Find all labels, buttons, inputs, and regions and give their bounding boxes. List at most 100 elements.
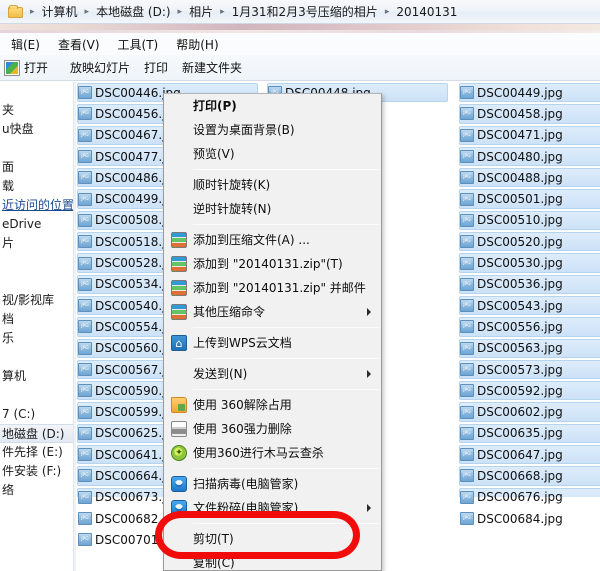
- context-menu-item[interactable]: 发送到(N): [164, 362, 381, 386]
- menu-tools[interactable]: 工具(T): [109, 34, 168, 55]
- file-name: DSC00536.jpg: [477, 277, 563, 292]
- nav-item-14[interactable]: [0, 348, 73, 367]
- jpg-file-icon: JPG: [460, 128, 474, 142]
- toolbar-slideshow-button[interactable]: 放映幻灯片: [68, 56, 142, 79]
- nav-item-9[interactable]: [0, 253, 73, 272]
- nav-item-15[interactable]: 算机: [0, 367, 73, 386]
- qq-manager-icon: [171, 500, 187, 516]
- menu-help[interactable]: 帮助(H): [167, 34, 227, 55]
- folder-icon: [8, 5, 23, 18]
- context-menu-item[interactable]: 使用 360强力删除: [164, 417, 381, 441]
- file-item[interactable]: JPG DSC00458.jpg: [458, 103, 600, 124]
- file-item[interactable]: JPG DSC00488.jpg: [458, 167, 600, 188]
- file-item[interactable]: JPG DSC00520.jpg: [458, 231, 600, 252]
- nav-item-6[interactable]: 近访问的位置: [0, 196, 73, 215]
- context-menu-item[interactable]: 其他压缩命令: [164, 300, 381, 324]
- file-item[interactable]: JPG DSC00592.jpg: [458, 380, 600, 401]
- file-item[interactable]: JPG DSC00449.jpg: [458, 82, 600, 103]
- nav-item-7[interactable]: eDrive: [0, 215, 73, 234]
- address-bar[interactable]: ▸ 计算机 ▸ 本地磁盘 (D:) ▸ 相片 ▸ 1月31和2月3号压缩的相片 …: [0, 0, 600, 24]
- context-menu-item[interactable]: 上传到WPS云文档: [164, 331, 381, 355]
- context-menu-item-label: 其他压缩命令: [193, 305, 266, 319]
- context-menu-item[interactable]: 剪切(T): [164, 527, 381, 551]
- jpg-file-icon: JPG: [460, 469, 474, 483]
- nav-item-12[interactable]: 档: [0, 310, 73, 329]
- file-item[interactable]: JPG DSC00510.jpg: [458, 210, 600, 231]
- file-item[interactable]: JPG DSC00530.jpg: [458, 252, 600, 273]
- nav-item-5[interactable]: 载: [0, 177, 73, 196]
- nav-item-4[interactable]: 面: [0, 158, 73, 177]
- jpg-file-icon: JPG: [78, 363, 92, 376]
- jpg-file-icon: JPG: [460, 213, 474, 227]
- breadcrumb-item-4[interactable]: 20140131: [392, 3, 461, 21]
- menu-view[interactable]: 查看(V): [49, 34, 109, 55]
- jpg-file-icon: JPG: [460, 171, 474, 185]
- nav-item-18[interactable]: 地磁盘 (D:): [0, 424, 73, 443]
- jpg-file-icon: JPG: [78, 299, 92, 313]
- jpg-file-icon: JPG: [460, 86, 474, 100]
- jpg-file-icon: JPG: [78, 320, 92, 334]
- context-menu-item[interactable]: 添加到 "20140131.zip"(T): [164, 252, 381, 276]
- file-item[interactable]: JPG DSC00602.jpg: [458, 401, 600, 422]
- jpg-file-icon: JPG: [460, 448, 474, 462]
- context-menu-item[interactable]: 打印(P): [164, 94, 381, 118]
- breadcrumb-item-2[interactable]: 相片: [185, 3, 217, 21]
- toolbar-new-folder-button[interactable]: 新建文件夹: [180, 56, 254, 79]
- nav-item-17[interactable]: 7 (C:): [0, 405, 73, 424]
- file-name: DSC00488.jpg: [477, 170, 563, 185]
- breadcrumb-item-1[interactable]: 本地磁盘 (D:): [92, 3, 174, 21]
- context-menu-item[interactable]: 添加到 "20140131.zip" 并邮件: [164, 276, 381, 300]
- file-item[interactable]: JPG DSC00668.jpg: [458, 465, 600, 486]
- nav-item-1[interactable]: 夹: [0, 101, 73, 120]
- nav-item-20[interactable]: 件安装 (F:): [0, 462, 73, 481]
- nav-item-19[interactable]: 件先择 (E:): [0, 443, 73, 462]
- file-item[interactable]: JPG DSC00635.jpg: [458, 423, 600, 444]
- explorer-window: ▸ 计算机 ▸ 本地磁盘 (D:) ▸ 相片 ▸ 1月31和2月3号压缩的相片 …: [0, 0, 600, 571]
- context-menu-item[interactable]: 添加到压缩文件(A) ...: [164, 228, 381, 252]
- context-menu-separator: [166, 468, 379, 469]
- context-menu-item[interactable]: 预览(V): [164, 142, 381, 166]
- context-menu-item-label: 复制(C): [193, 556, 235, 570]
- context-menu-item[interactable]: 逆时针旋转(N): [164, 197, 381, 221]
- jpg-file-icon: JPG: [78, 448, 92, 462]
- file-item[interactable]: JPG DSC00536.jpg: [458, 274, 600, 295]
- nav-item-21[interactable]: 络: [0, 481, 73, 500]
- menu-edit[interactable]: 辑(E): [2, 34, 49, 55]
- context-menu-item[interactable]: 扫描病毒(电脑管家): [164, 472, 381, 496]
- context-menu[interactable]: 打印(P) 设置为桌面背景(B) 预览(V) 顺时针旋转(K) 逆时针旋转(N) 添加到压…: [163, 93, 382, 571]
- file-item[interactable]: JPG DSC00501.jpg: [458, 188, 600, 209]
- file-item[interactable]: JPG DSC00647.jpg: [458, 444, 600, 465]
- jpg-file-icon: JPG: [78, 192, 92, 206]
- nav-item-2[interactable]: u快盘: [0, 120, 73, 139]
- file-item[interactable]: JPG DSC00563.jpg: [458, 338, 600, 359]
- chevron-right-icon: [367, 370, 371, 378]
- nav-item-8[interactable]: 片: [0, 234, 73, 253]
- file-item[interactable]: JPG DSC00556.jpg: [458, 316, 600, 337]
- breadcrumb-item-3[interactable]: 1月31和2月3号压缩的相片: [228, 3, 382, 21]
- nav-item-3[interactable]: [0, 139, 73, 158]
- nav-item-10[interactable]: [0, 272, 73, 291]
- toolbar-open-button[interactable]: 打开: [24, 56, 68, 79]
- nav-item-11[interactable]: 视/影视库: [0, 291, 73, 310]
- context-menu-item[interactable]: 顺时针旋转(K): [164, 173, 381, 197]
- context-menu-item[interactable]: 复制(C): [164, 551, 381, 571]
- file-item[interactable]: JPG DSC00573.jpg: [458, 359, 600, 380]
- context-menu-item-label: 使用360进行木马云查杀: [193, 446, 324, 460]
- nav-item-16[interactable]: [0, 386, 73, 405]
- context-menu-item[interactable]: 文件粉碎(电脑管家): [164, 496, 381, 520]
- context-menu-item[interactable]: 使用 360解除占用: [164, 393, 381, 417]
- file-item[interactable]: JPG DSC00480.jpg: [458, 146, 600, 167]
- jpg-file-icon: JPG: [78, 213, 92, 227]
- file-name: DSC00520.jpg: [477, 234, 563, 249]
- context-menu-item[interactable]: 使用360进行木马云查杀: [164, 441, 381, 465]
- toolbar-print-button[interactable]: 打印: [142, 56, 180, 79]
- file-name: DSC00530.jpg: [477, 256, 563, 271]
- file-item[interactable]: JPG DSC00471.jpg: [458, 125, 600, 146]
- context-menu-item[interactable]: 设置为桌面背景(B): [164, 118, 381, 142]
- breadcrumb-item-0[interactable]: 计算机: [38, 3, 82, 21]
- file-item[interactable]: JPG DSC00543.jpg: [458, 295, 600, 316]
- jpg-file-icon: JPG: [78, 107, 92, 121]
- nav-item-0[interactable]: [0, 82, 73, 101]
- nav-item-13[interactable]: 乐: [0, 329, 73, 348]
- file-name: DSC00563.jpg: [477, 341, 563, 356]
